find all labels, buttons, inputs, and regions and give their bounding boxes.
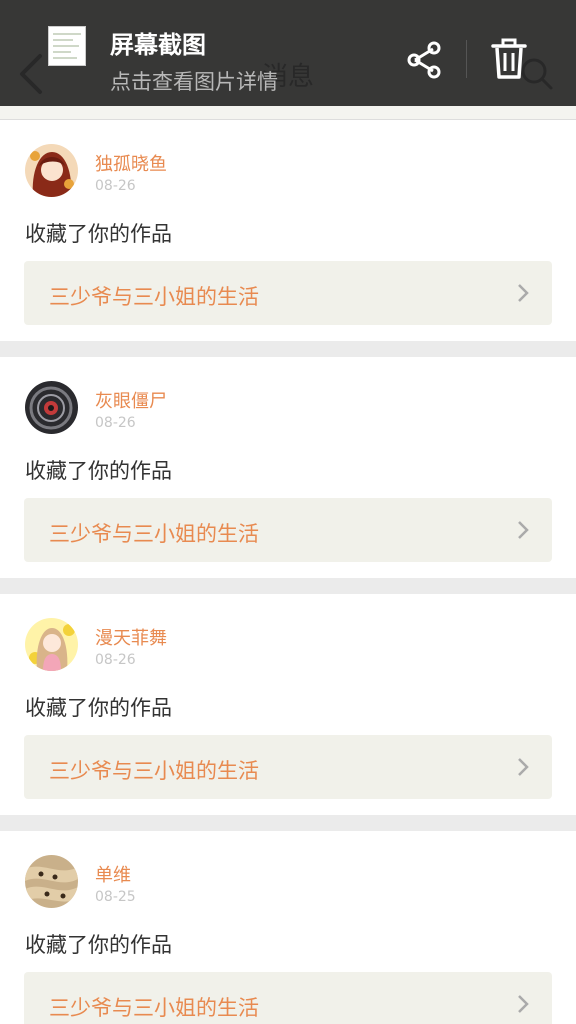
avatar[interactable] <box>25 618 78 671</box>
trash-icon[interactable] <box>490 38 528 80</box>
username[interactable]: 漫天菲舞 <box>95 624 167 650</box>
message-date: 08-26 <box>95 652 136 668</box>
share-icon[interactable] <box>404 40 444 80</box>
screenshot-notification[interactable]: 屏幕截图 点击查看图片详情 <box>0 0 576 106</box>
avatar[interactable] <box>25 144 78 197</box>
screenshot-title: 屏幕截图 <box>110 31 206 59</box>
avatar[interactable] <box>25 855 78 908</box>
message-date: 08-26 <box>95 415 136 431</box>
work-title: 三少爷与三小姐的生活 <box>49 996 259 1020</box>
list-item[interactable]: 漫天菲舞 08-26 收藏了你的作品 三少爷与三小姐的生活 <box>0 594 576 815</box>
username[interactable]: 单维 <box>95 861 131 887</box>
avatar[interactable] <box>25 381 78 434</box>
list-item[interactable]: 独孤晓鱼 08-26 收藏了你的作品 三少爷与三小姐的生活 <box>0 120 576 341</box>
message-date: 08-25 <box>95 889 136 905</box>
work-link[interactable]: 三少爷与三小姐的生活 <box>24 735 552 799</box>
work-link[interactable]: 三少爷与三小姐的生活 <box>24 498 552 562</box>
username[interactable]: 灰眼僵尸 <box>95 387 167 413</box>
username[interactable]: 独孤晓鱼 <box>95 150 167 176</box>
work-title: 三少爷与三小姐的生活 <box>49 522 259 546</box>
chevron-right-icon <box>518 758 529 776</box>
message-action: 收藏了你的作品 <box>25 459 172 483</box>
chevron-right-icon <box>518 521 529 539</box>
work-title: 三少爷与三小姐的生活 <box>49 759 259 783</box>
chevron-right-icon <box>518 284 529 302</box>
work-link[interactable]: 三少爷与三小姐的生活 <box>24 261 552 325</box>
work-link[interactable]: 三少爷与三小姐的生活 <box>24 972 552 1024</box>
message-date: 08-26 <box>95 178 136 194</box>
work-title: 三少爷与三小姐的生活 <box>49 285 259 309</box>
message-action: 收藏了你的作品 <box>25 222 172 246</box>
screenshot-thumbnail[interactable] <box>48 26 86 66</box>
list-item[interactable]: 单维 08-25 收藏了你的作品 三少爷与三小姐的生活 <box>0 831 576 1024</box>
message-action: 收藏了你的作品 <box>25 933 172 957</box>
chevron-right-icon <box>518 995 529 1013</box>
message-action: 收藏了你的作品 <box>25 696 172 720</box>
screenshot-subtitle[interactable]: 点击查看图片详情 <box>110 66 278 96</box>
list-item[interactable]: 灰眼僵尸 08-26 收藏了你的作品 三少爷与三小姐的生活 <box>0 357 576 578</box>
toolbar-divider <box>466 40 467 78</box>
